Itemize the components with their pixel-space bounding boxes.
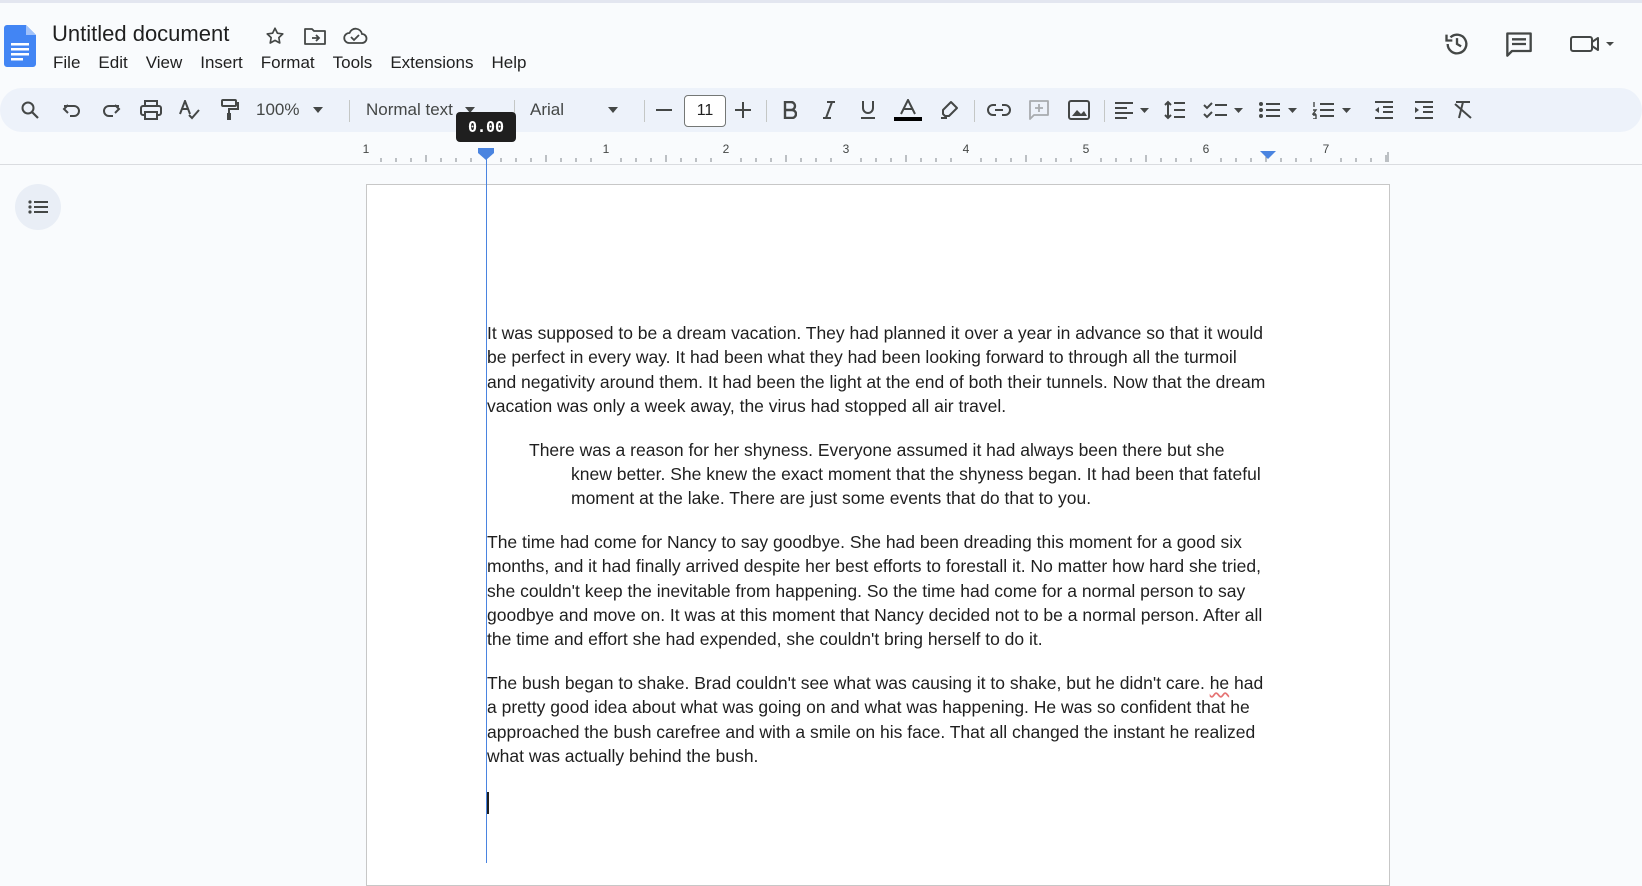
paragraph-4[interactable]: The bush began to shake. Brad couldn't s… <box>487 671 1267 769</box>
bold-icon[interactable] <box>776 94 804 126</box>
insert-link-icon[interactable] <box>984 94 1014 126</box>
bulleted-list-icon[interactable] <box>1256 94 1302 126</box>
zoom-dropdown-icon <box>313 107 324 113</box>
document-outline-button[interactable] <box>15 184 61 230</box>
menu-bar: File Edit View Insert Format Tools Exten… <box>44 50 535 76</box>
decrease-font-size-icon[interactable] <box>652 94 676 126</box>
document-body[interactable]: It was supposed to be a dream vacation. … <box>487 321 1267 788</box>
ruler-label: 1 <box>602 142 610 156</box>
document-title[interactable]: Untitled document <box>52 21 229 47</box>
docs-logo-icon[interactable] <box>4 25 36 67</box>
numbered-list-icon[interactable] <box>1310 94 1356 126</box>
menu-file[interactable]: File <box>44 50 89 76</box>
increase-font-size-icon[interactable] <box>731 94 755 126</box>
ruler-label: 5 <box>1082 142 1090 156</box>
decrease-indent-icon[interactable] <box>1370 94 1398 126</box>
star-icon[interactable] <box>261 22 289 50</box>
zoom-select[interactable]: 100% <box>256 94 336 126</box>
ruler-label: 1 <box>362 142 370 156</box>
insert-image-icon[interactable] <box>1064 94 1094 126</box>
menu-tools[interactable]: Tools <box>324 50 382 76</box>
paragraph-3[interactable]: The time had come for Nancy to say goodb… <box>487 530 1267 652</box>
redo-icon[interactable] <box>97 94 125 126</box>
italic-icon[interactable] <box>815 94 843 126</box>
undo-icon[interactable] <box>58 94 86 126</box>
paint-format-icon[interactable] <box>215 94 243 126</box>
font-dropdown-icon <box>608 107 619 113</box>
paragraph-4-start: The bush began to shake. Brad couldn't s… <box>487 672 1210 693</box>
align-select-icon[interactable] <box>1112 94 1152 126</box>
toolbar-divider <box>1104 100 1105 122</box>
paragraph-style-value: Normal text <box>366 100 453 119</box>
text-color-icon[interactable] <box>893 94 923 126</box>
menu-extensions[interactable]: Extensions <box>381 50 482 76</box>
ruler-label: 3 <box>842 142 850 156</box>
toolbar-divider <box>766 100 767 122</box>
underline-icon[interactable] <box>854 94 882 126</box>
menu-edit[interactable]: Edit <box>89 50 136 76</box>
font-size-input[interactable]: 11 <box>684 95 726 127</box>
text-color-swatch <box>894 117 922 121</box>
comments-icon[interactable] <box>1501 26 1537 62</box>
menu-insert[interactable]: Insert <box>191 50 252 76</box>
outline-list-icon <box>28 200 48 214</box>
indent-tooltip: 0.00 <box>456 112 516 142</box>
meet-video-icon[interactable] <box>1568 26 1618 62</box>
header: Untitled document File Edit View Insert … <box>0 3 1642 80</box>
cloud-saved-icon[interactable] <box>341 22 369 50</box>
ruler-ticks <box>380 148 1389 162</box>
menu-view[interactable]: View <box>137 50 192 76</box>
line-spacing-icon[interactable] <box>1161 94 1189 126</box>
toolbar-divider <box>974 100 975 122</box>
horizontal-ruler[interactable]: 1 1 2 3 4 5 6 7 <box>0 138 1642 165</box>
text-cursor <box>487 792 489 814</box>
move-folder-icon[interactable] <box>301 22 329 50</box>
ruler-label: 2 <box>722 142 730 156</box>
paragraph-1[interactable]: It was supposed to be a dream vacation. … <box>487 321 1267 419</box>
add-comment-icon[interactable] <box>1024 94 1054 126</box>
zoom-value: 100% <box>256 100 300 119</box>
version-history-icon[interactable] <box>1439 26 1475 62</box>
toolbar: 100% Normal text Arial 11 <box>0 88 1642 132</box>
ruler-label: 6 <box>1202 142 1210 156</box>
right-indent-marker[interactable] <box>1260 151 1276 159</box>
spelling-suggestion-word[interactable]: he <box>1210 673 1229 693</box>
clear-formatting-icon[interactable] <box>1449 94 1477 126</box>
spellcheck-icon[interactable] <box>176 94 204 126</box>
toolbar-divider <box>349 100 350 122</box>
search-menus-icon[interactable] <box>16 94 44 126</box>
font-select[interactable]: Arial <box>530 94 630 126</box>
print-icon[interactable] <box>137 94 165 126</box>
font-value: Arial <box>530 100 565 119</box>
toolbar-divider <box>644 100 645 122</box>
ruler-label: 4 <box>962 142 970 156</box>
paragraph-2-indented[interactable]: There was a reason for her shyness. Ever… <box>487 438 1267 511</box>
menu-format[interactable]: Format <box>252 50 324 76</box>
menu-help[interactable]: Help <box>482 50 535 76</box>
ruler-label: 7 <box>1322 142 1330 156</box>
increase-indent-icon[interactable] <box>1410 94 1438 126</box>
highlight-color-icon[interactable] <box>935 94 963 126</box>
checklist-icon[interactable] <box>1201 94 1247 126</box>
